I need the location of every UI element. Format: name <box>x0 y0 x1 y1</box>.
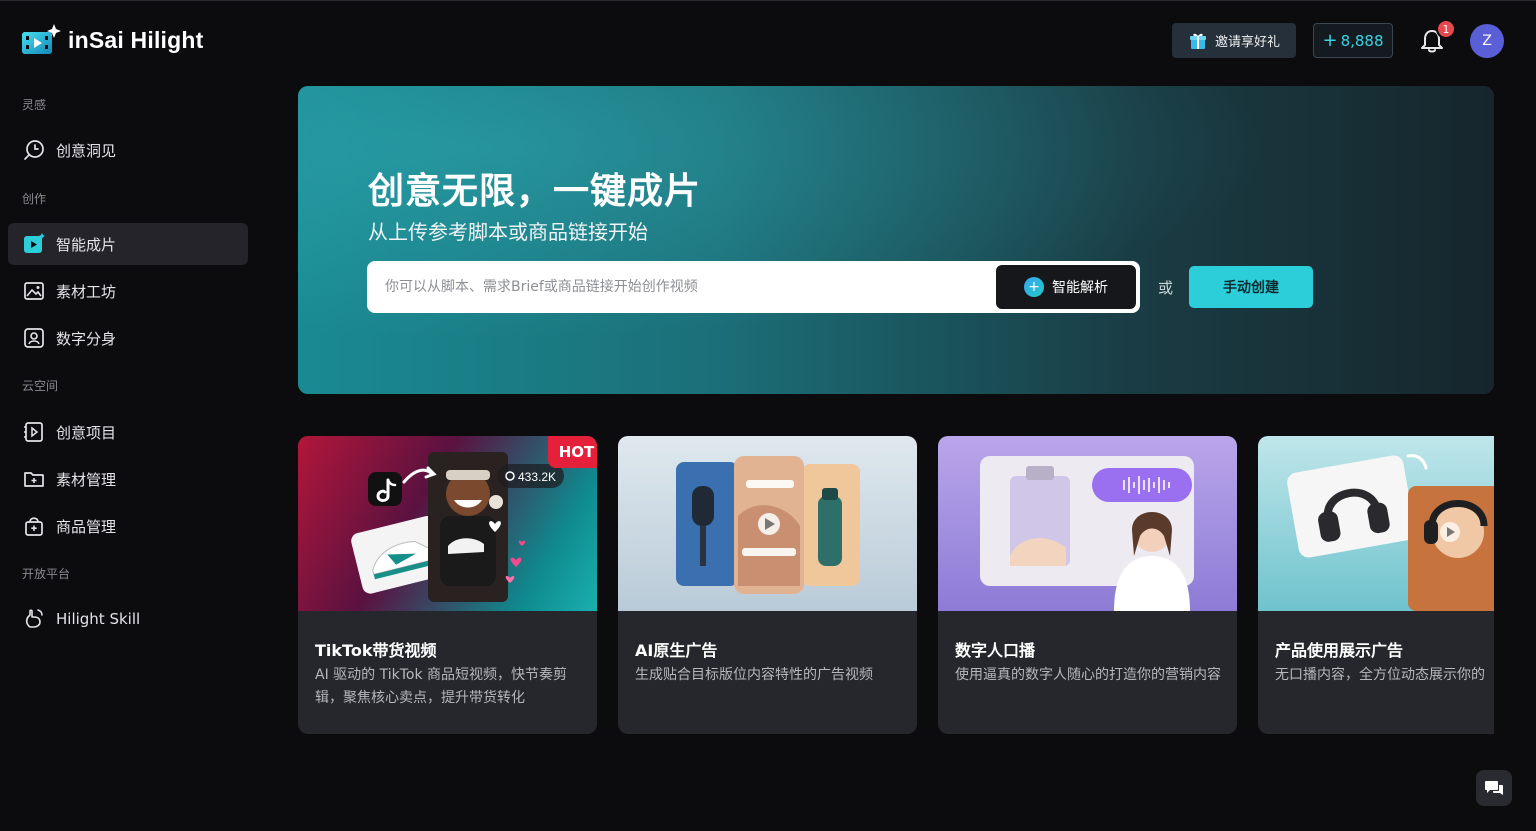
hero-banner: 创意无限，一键成片 从上传参考脚本或商品链接开始 + 智能解析 或 手动创建 <box>298 86 1494 394</box>
smart-analyze-button[interactable]: + 智能解析 <box>996 265 1136 309</box>
invite-button[interactable]: 邀请享好礼 <box>1172 23 1296 58</box>
app-name: inSai Hilight <box>68 26 204 53</box>
chat-bubbles-icon <box>1485 781 1503 795</box>
ad-phones-illustration <box>676 456 860 594</box>
sidebar-item-label: 创意项目 <box>56 423 117 442</box>
sidebar-item-label: Hilight Skill <box>56 610 141 628</box>
card-thumbnail <box>618 436 917 611</box>
sidebar-item-hilight-skill[interactable]: Hilight Skill <box>8 598 248 640</box>
template-cards: 433.2K HOT TikTok带货视频 AI 驱动的 TikTok 商品短视… <box>298 436 1494 736</box>
sparkle-plus-icon: + <box>1024 277 1044 297</box>
sidebar-section-title: 创作 <box>22 192 47 206</box>
credits-plus-icon: + <box>1322 30 1338 51</box>
smart-video-icon <box>22 232 46 256</box>
hand-skill-icon <box>22 607 46 631</box>
manual-create-button[interactable]: 手动创建 <box>1189 266 1313 308</box>
brief-input[interactable] <box>367 261 987 313</box>
hero-subtitle: 从上传参考脚本或商品链接开始 <box>368 220 648 244</box>
sidebar-item-label: 商品管理 <box>56 517 117 536</box>
presenter-illustration <box>980 456 1194 611</box>
sidebar-item-label: 素材工坊 <box>56 282 117 301</box>
sidebar-item-label: 创意洞见 <box>56 141 117 160</box>
views-count: 433.2K <box>518 470 556 484</box>
project-film-icon <box>22 420 46 444</box>
chat-support-button[interactable] <box>1476 770 1512 806</box>
material-image-icon <box>22 279 46 303</box>
app-logo[interactable]: inSai Hilight <box>20 23 204 57</box>
card-thumbnail <box>1258 436 1494 611</box>
sidebar: 灵感 创意洞见 创作 智能成片 素材工坊 数字分身 云空间 创意项目 素材管理 … <box>0 80 260 831</box>
hero-title: 创意无限，一键成片 <box>368 171 702 212</box>
card-digital-human[interactable]: 数字人口播 使用逼真的数字人随心的打造你的营销内容 <box>938 436 1237 734</box>
card-description: AI 驱动的 TikTok 商品短视频，快节奏剪辑，聚焦核心卖点，提升带货转化 <box>315 667 568 706</box>
sidebar-item-digital-avatar[interactable]: 数字分身 <box>8 317 248 359</box>
card-tiktok[interactable]: 433.2K HOT TikTok带货视频 AI 驱动的 TikTok 商品短视… <box>298 436 597 734</box>
sidebar-item-label: 数字分身 <box>56 329 117 348</box>
card-title: 产品使用展示广告 <box>1275 641 1404 660</box>
credits-value: 8,888 <box>1340 31 1384 50</box>
sidebar-section-title: 灵感 <box>22 98 47 112</box>
credits-balance[interactable]: + 8,888 <box>1313 23 1393 58</box>
sidebar-item-creative-insight[interactable]: 创意洞见 <box>8 129 248 171</box>
sidebar-item-label: 素材管理 <box>56 470 117 489</box>
sidebar-item-product-management[interactable]: 商品管理 <box>8 505 248 547</box>
card-title: 数字人口播 <box>955 641 1036 660</box>
insight-bulb-icon <box>22 138 46 162</box>
card-title: AI原生广告 <box>635 641 718 660</box>
smart-analyze-label: 智能解析 <box>1052 280 1108 296</box>
card-description: 生成贴合目标版位内容特性的广告视频 <box>635 667 873 683</box>
or-separator: 或 <box>1158 279 1174 297</box>
card-product-showcase[interactable]: 产品使用展示广告 无口播内容，全方位动态展示你的 <box>1258 436 1494 734</box>
folder-add-icon <box>22 467 46 491</box>
user-avatar[interactable]: Z <box>1470 24 1504 58</box>
sidebar-item-smart-video[interactable]: 智能成片 <box>8 223 248 265</box>
gift-icon <box>1189 33 1206 49</box>
hot-badge: HOT <box>548 436 597 468</box>
card-title: TikTok带货视频 <box>315 641 437 660</box>
digital-avatar-icon <box>22 326 46 350</box>
sidebar-section-title: 云空间 <box>22 379 59 393</box>
sidebar-item-creative-projects[interactable]: 创意项目 <box>8 411 248 453</box>
card-thumbnail <box>938 436 1237 611</box>
card-ai-native-ad[interactable]: AI原生广告 生成贴合目标版位内容特性的广告视频 <box>618 436 917 734</box>
hero-input-container: + 智能解析 <box>367 261 1140 313</box>
sidebar-section-title: 开放平台 <box>22 567 71 581</box>
invite-label: 邀请享好礼 <box>1214 35 1280 50</box>
card-description: 使用逼真的数字人随心的打造你的营销内容 <box>955 667 1221 683</box>
card-description: 无口播内容，全方位动态展示你的 <box>1275 667 1485 683</box>
top-bar: inSai Hilight 邀请享好礼 + 8,888 1 Z <box>0 0 1536 80</box>
logo-mark-icon <box>22 24 61 54</box>
notification-badge: 1 <box>1436 19 1456 39</box>
sidebar-item-material-workshop[interactable]: 素材工坊 <box>8 270 248 312</box>
bag-add-icon <box>22 514 46 538</box>
sidebar-item-label: 智能成片 <box>56 235 117 254</box>
sidebar-item-material-management[interactable]: 素材管理 <box>8 458 248 500</box>
headphones-illustration <box>1287 454 1494 611</box>
